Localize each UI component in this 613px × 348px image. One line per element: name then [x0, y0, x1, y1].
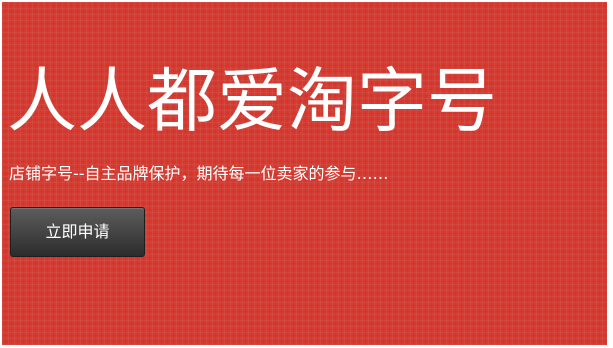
hero-title: 人人都爱淘字号: [7, 60, 497, 142]
apply-now-button[interactable]: 立即申请: [10, 207, 145, 257]
hero-subtitle: 店铺字号--自主品牌保护，期待每一位卖家的参与……: [9, 164, 389, 183]
hero-banner: 人人都爱淘字号 店铺字号--自主品牌保护，期待每一位卖家的参与…… 立即申请: [2, 2, 607, 345]
